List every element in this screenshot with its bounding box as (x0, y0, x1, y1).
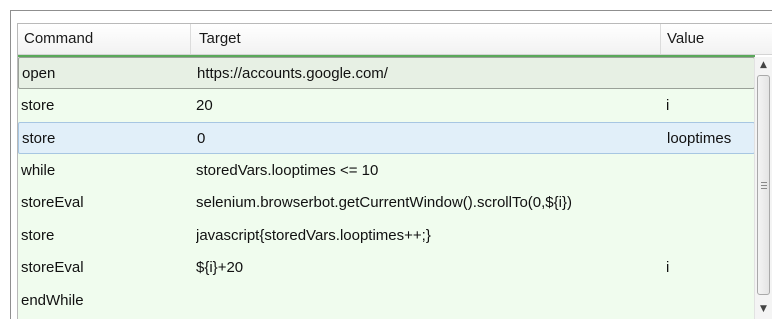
value-cell (666, 155, 756, 187)
target-cell: 0 (197, 130, 206, 147)
command-cell: storeEval (21, 194, 84, 211)
command-cell: store (21, 227, 55, 244)
value-cell (666, 285, 756, 317)
table-header: Command Target Value (18, 24, 772, 55)
table-row[interactable]: storeEval ${i}+20 i (18, 252, 755, 284)
table-row[interactable]: open https://accounts.google.com/ (18, 57, 755, 89)
table-row[interactable]: storeEval selenium.browserbot.getCurrent… (18, 187, 755, 219)
table-body: open https://accounts.google.com/ store … (18, 57, 755, 319)
target-cell: storedVars.looptimes <= 10 (196, 162, 379, 179)
command-cell: storeEval (21, 259, 84, 276)
column-header-value[interactable]: Value (660, 24, 772, 54)
target-cell: 20 (196, 97, 213, 114)
value-cell (666, 220, 756, 252)
value-cell: i (666, 97, 670, 114)
target-cell: ${i}+20 (196, 259, 244, 276)
command-cell: open (22, 65, 56, 82)
value-cell: looptimes (667, 130, 732, 147)
vertical-scrollbar[interactable]: ▲ ▼ (754, 57, 772, 319)
target-cell: selenium.browserbot.getCurrentWindow().s… (196, 194, 572, 211)
target-cell: javascript{storedVars.looptimes++;} (196, 227, 431, 244)
value-cell (666, 187, 756, 219)
table-row[interactable]: store 0 looptimes (18, 122, 755, 154)
table-row[interactable]: store 20 i (18, 90, 755, 122)
table-row[interactable]: while storedVars.looptimes <= 10 (18, 155, 755, 187)
target-cell (196, 285, 662, 317)
table-row[interactable]: store javascript{storedVars.looptimes++;… (18, 220, 755, 252)
value-cell: i (666, 259, 670, 276)
scroll-up-arrow-icon[interactable]: ▲ (755, 57, 772, 74)
column-header-command[interactable]: Command (18, 24, 190, 54)
grip-icon (761, 182, 767, 189)
command-table: Command Target Value open https://accoun… (17, 23, 772, 319)
command-cell: while (21, 162, 56, 179)
command-cell: store (21, 97, 55, 114)
command-cell: store (22, 130, 56, 147)
scroll-down-arrow-icon[interactable]: ▼ (755, 301, 772, 318)
column-header-target[interactable]: Target (190, 24, 660, 54)
value-cell (667, 58, 757, 90)
table-row[interactable]: endWhile (18, 285, 755, 317)
target-cell: https://accounts.google.com/ (197, 65, 388, 82)
command-cell: endWhile (21, 292, 84, 309)
scrollbar-thumb[interactable] (757, 75, 770, 295)
